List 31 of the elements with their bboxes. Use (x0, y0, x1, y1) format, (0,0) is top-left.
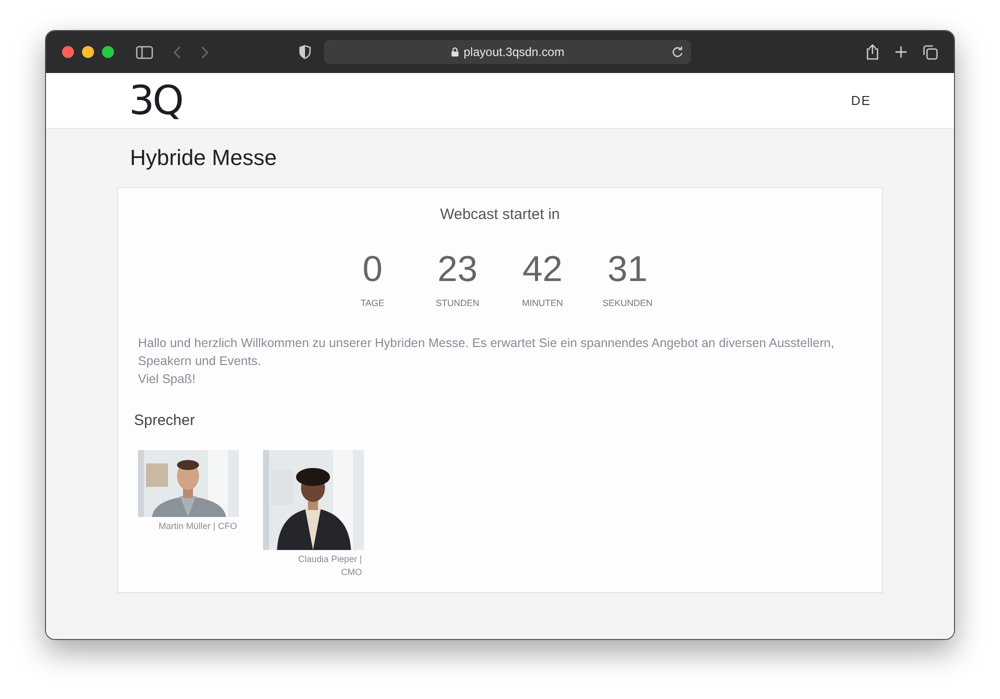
speaker-caption: Claudia Pieper | CMO (297, 552, 363, 578)
logo[interactable]: 3Q (129, 80, 182, 120)
forward-icon[interactable] (201, 46, 209, 58)
countdown-value: 0 (362, 248, 383, 288)
reload-icon[interactable] (672, 46, 683, 58)
new-tab-icon[interactable] (895, 46, 907, 58)
countdown-label: STUNDEN (436, 296, 480, 310)
countdown-label: MINUTEN (522, 296, 563, 310)
lock-icon (450, 47, 459, 57)
url-text: playout.3qsdn.com (464, 44, 564, 61)
countdown-value: 31 (607, 248, 648, 288)
countdown-label: SEKUNDEN (602, 296, 652, 310)
back-icon[interactable] (173, 46, 181, 58)
shield-icon[interactable] (299, 45, 311, 59)
minimize-window-button[interactable] (82, 46, 94, 58)
tabs-overview-icon[interactable] (923, 44, 938, 60)
language-link[interactable]: DE (850, 90, 871, 110)
speaker-caption: Martin Müller | CFO (158, 520, 238, 532)
close-window-button[interactable] (62, 46, 74, 58)
share-icon[interactable] (866, 44, 879, 60)
countdown-heading: Webcast startet in (439, 205, 561, 225)
page-title: Hybride Messe (130, 144, 278, 172)
countdown-label: TAGE (360, 296, 384, 310)
section-heading: Sprecher (134, 411, 196, 431)
welcome-text: Viel Spaß! (138, 371, 196, 388)
welcome-text: Hallo und herzlich Willkommen zu unserer Hybriden Messe. Es erwartet Sie ein spannendes Angebot an diversen Ausstellern, Speakern und Events. (138, 335, 836, 370)
countdown-value: 23 (437, 248, 478, 288)
countdown-value: 42 (522, 248, 563, 288)
address-bar[interactable]: playout.3qsdn.com (324, 40, 691, 64)
sidebar-icon[interactable] (136, 46, 153, 58)
zoom-window-button[interactable] (102, 46, 114, 58)
